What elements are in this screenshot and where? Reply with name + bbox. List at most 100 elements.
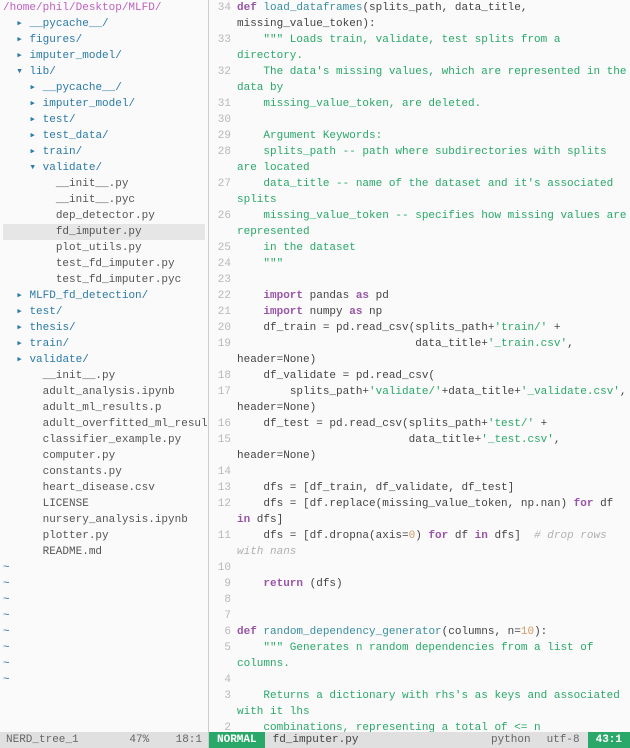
- tree-file[interactable]: test_fd_imputer.py: [3, 256, 205, 272]
- tree-file[interactable]: classifier_example.py: [3, 432, 205, 448]
- code-text: dfs = [df.dropna(axis=0) for df in dfs] …: [237, 528, 630, 560]
- code-text: [237, 560, 630, 576]
- code-line[interactable]: 34def load_dataframes(splits_path, data_…: [209, 0, 630, 32]
- tree-file[interactable]: test_fd_imputer.pyc: [3, 272, 205, 288]
- line-number: 26: [209, 208, 237, 240]
- tree-file[interactable]: constants.py: [3, 464, 205, 480]
- code-line[interactable]: 20 df_train = pd.read_csv(splits_path+'t…: [209, 320, 630, 336]
- tree-dir[interactable]: ▾ validate/: [3, 160, 205, 176]
- line-number: 13: [209, 480, 237, 496]
- line-number: 8: [209, 592, 237, 608]
- code-line[interactable]: 31 missing_value_token, are deleted.: [209, 96, 630, 112]
- code-line[interactable]: 26 missing_value_token -- specifies how …: [209, 208, 630, 240]
- status-position: 43:1: [588, 732, 630, 748]
- code-line[interactable]: 13 dfs = [df_train, df_validate, df_test…: [209, 480, 630, 496]
- tree-file[interactable]: computer.py: [3, 448, 205, 464]
- code-line[interactable]: 21 import numpy as np: [209, 304, 630, 320]
- code-line[interactable]: 4: [209, 672, 630, 688]
- tree-cursor-pos: 18:1: [176, 734, 202, 746]
- code-text: def load_dataframes(splits_path, data_ti…: [237, 0, 630, 32]
- code-line[interactable]: 14: [209, 464, 630, 480]
- code-text: """ Loads train, validate, test splits f…: [237, 32, 630, 64]
- code-line[interactable]: 23: [209, 272, 630, 288]
- code-line[interactable]: 33 """ Loads train, validate, test split…: [209, 32, 630, 64]
- code-text: [237, 592, 630, 608]
- code-line[interactable]: 32 The data's missing values, which are …: [209, 64, 630, 96]
- code-line[interactable]: 3 Returns a dictionary with rhs's as key…: [209, 688, 630, 720]
- tree-dir[interactable]: ▸ test/: [3, 304, 205, 320]
- code-line[interactable]: 18 df_validate = pd.read_csv(: [209, 368, 630, 384]
- tree-file[interactable]: LICENSE: [3, 496, 205, 512]
- tree-empty-line: ~: [3, 656, 205, 672]
- tree-file[interactable]: fd_imputer.py: [3, 224, 205, 240]
- tree-dir[interactable]: ▸ train/: [3, 336, 205, 352]
- tree-percent: 47%: [129, 734, 149, 746]
- code-statusbar: NORMAL fd_imputer.py python utf-8 43:1: [209, 732, 630, 748]
- code-line[interactable]: 24 """: [209, 256, 630, 272]
- tree-file[interactable]: heart_disease.csv: [3, 480, 205, 496]
- code-line[interactable]: 11 dfs = [df.dropna(axis=0) for df in df…: [209, 528, 630, 560]
- code-line[interactable]: 27 data_title -- name of the dataset and…: [209, 176, 630, 208]
- code-line[interactable]: 9 return (dfs): [209, 576, 630, 592]
- code-line[interactable]: 8: [209, 592, 630, 608]
- code-line[interactable]: 16 df_test = pd.read_csv(splits_path+'te…: [209, 416, 630, 432]
- tree-dir[interactable]: ▸ __pycache__/: [3, 16, 205, 32]
- code-line[interactable]: 25 in the dataset: [209, 240, 630, 256]
- tree-dir[interactable]: ▸ MLFD_fd_detection/: [3, 288, 205, 304]
- tree-dir[interactable]: ▸ imputer_model/: [3, 96, 205, 112]
- tree-file[interactable]: README.md: [3, 544, 205, 560]
- line-number: 19: [209, 336, 237, 368]
- tree-file[interactable]: dep_detector.py: [3, 208, 205, 224]
- line-number: 24: [209, 256, 237, 272]
- tree-file[interactable]: __init__.py: [3, 368, 205, 384]
- tree-dir[interactable]: ▾ lib/: [3, 64, 205, 80]
- tree-file[interactable]: nursery_analysis.ipynb: [3, 512, 205, 528]
- code-panel: 34def load_dataframes(splits_path, data_…: [209, 0, 630, 748]
- code-text: [237, 608, 630, 624]
- line-number: 17: [209, 384, 237, 416]
- tree-file[interactable]: __init__.py: [3, 176, 205, 192]
- code-line[interactable]: 28 splits_path -- path where subdirector…: [209, 144, 630, 176]
- tree-dir[interactable]: ▸ thesis/: [3, 320, 205, 336]
- line-number: 14: [209, 464, 237, 480]
- tree-dir[interactable]: ▸ train/: [3, 144, 205, 160]
- code-line[interactable]: 19 data_title+'_train.csv', header=None): [209, 336, 630, 368]
- code-text: [237, 672, 630, 688]
- tree-file[interactable]: __init__.pyc: [3, 192, 205, 208]
- tree-empty-line: ~: [3, 592, 205, 608]
- code-line[interactable]: 5 """ Generates n random dependencies fr…: [209, 640, 630, 672]
- tree-dir[interactable]: ▸ __pycache__/: [3, 80, 205, 96]
- line-number: 28: [209, 144, 237, 176]
- tree-dir[interactable]: ▸ validate/: [3, 352, 205, 368]
- code-line[interactable]: 15 data_title+'_test.csv', header=None): [209, 432, 630, 464]
- code-line[interactable]: 10: [209, 560, 630, 576]
- tree-dir[interactable]: ▸ test/: [3, 112, 205, 128]
- file-tree-panel: /home/phil/Desktop/MLFD/ ▸ __pycache__/ …: [0, 0, 209, 748]
- code-text: data_title+'_test.csv', header=None): [237, 432, 630, 464]
- tree-statusbar: NERD_tree_1 47% 18:1: [0, 732, 208, 748]
- code-line[interactable]: 30: [209, 112, 630, 128]
- tree-file[interactable]: adult_overfitted_ml_results.p: [3, 416, 205, 432]
- tree-dir[interactable]: ▸ figures/: [3, 32, 205, 48]
- code-line[interactable]: 6def random_dependency_generator(columns…: [209, 624, 630, 640]
- tree-dir[interactable]: ▸ test_data/: [3, 128, 205, 144]
- tree-file[interactable]: plotter.py: [3, 528, 205, 544]
- line-number: 4: [209, 672, 237, 688]
- tree-dir[interactable]: ▸ imputer_model/: [3, 48, 205, 64]
- code-line[interactable]: 17 splits_path+'validate/'+data_title+'_…: [209, 384, 630, 416]
- code-text: splits_path -- path where subdirectories…: [237, 144, 630, 176]
- code-line[interactable]: 29 Argument Keywords:: [209, 128, 630, 144]
- line-number: 27: [209, 176, 237, 208]
- line-number: 11: [209, 528, 237, 560]
- tree-file[interactable]: adult_analysis.ipynb: [3, 384, 205, 400]
- code-line[interactable]: 22 import pandas as pd: [209, 288, 630, 304]
- tree-file[interactable]: plot_utils.py: [3, 240, 205, 256]
- line-number: 29: [209, 128, 237, 144]
- line-number: 5: [209, 640, 237, 672]
- code-text: Returns a dictionary with rhs's as keys …: [237, 688, 630, 720]
- line-number: 31: [209, 96, 237, 112]
- code-line[interactable]: 12 dfs = [df.replace(missing_value_token…: [209, 496, 630, 528]
- code-text: dfs = [df.replace(missing_value_token, n…: [237, 496, 630, 528]
- tree-file[interactable]: adult_ml_results.p: [3, 400, 205, 416]
- code-line[interactable]: 7: [209, 608, 630, 624]
